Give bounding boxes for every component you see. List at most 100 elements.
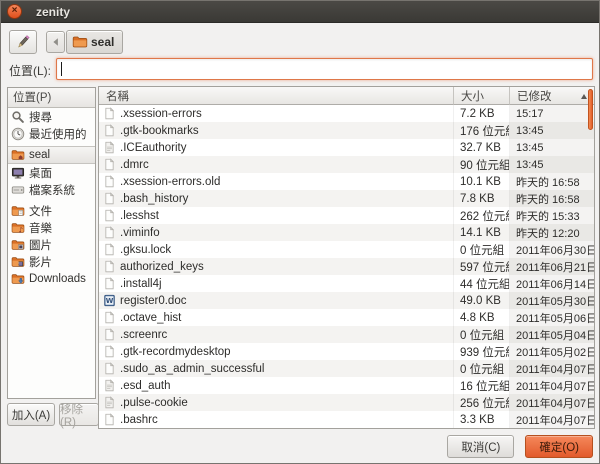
desktop-icon <box>11 166 25 180</box>
file-name: authorized_keys <box>120 260 204 273</box>
sidebar-item-label: 音樂 <box>29 222 52 235</box>
text-file-icon <box>103 192 116 205</box>
text-file-icon <box>103 328 116 341</box>
file-name: .octave_hist <box>120 311 182 324</box>
file-name-cell: .ICEauthority <box>99 139 454 156</box>
text-file-icon <box>103 107 116 120</box>
file-name-cell: .dmrc <box>99 156 454 173</box>
path-button-seal[interactable]: seal <box>66 30 124 54</box>
table-row[interactable]: .dmrc 90 位元組 13:45 <box>99 156 594 173</box>
sidebar-item-search[interactable]: 搜尋 <box>8 108 95 125</box>
file-size-cell: 7.8 KB <box>454 190 510 207</box>
word-doc-icon: W <box>103 294 116 307</box>
titlebar[interactable]: × zenity <box>1 1 599 23</box>
sidebar-item-label: 最近使用的 <box>29 128 87 141</box>
sidebar-item-documents[interactable]: 文件 <box>8 202 95 219</box>
back-button[interactable] <box>46 31 65 53</box>
folder-icon <box>72 34 88 50</box>
type-filename-button[interactable] <box>9 30 37 54</box>
file-size-cell: 0 位元組 <box>454 241 510 258</box>
sidebar-item-pictures[interactable]: 圖片 <box>8 236 95 253</box>
sidebar-item-videos[interactable]: 影片 <box>8 253 95 270</box>
column-header-modified[interactable]: 已修改 <box>510 87 594 105</box>
sidebar-item-filesystem[interactable]: 檔案系統 <box>8 181 95 198</box>
table-body: .xsession-errors 7.2 KB 15:17 .gtk-bookmark… <box>99 105 594 428</box>
file-name-cell: .lesshst <box>99 207 454 224</box>
file-name-cell: Wregister0.doc <box>99 292 454 309</box>
cancel-button[interactable]: 取消(C) <box>447 435 515 458</box>
add-bookmark-button[interactable]: 加入(A) <box>7 403 55 426</box>
table-row[interactable]: .screenrc 0 位元組 2011年05月04日 <box>99 326 594 343</box>
file-name: .gtk-bookmarks <box>120 124 199 137</box>
file-name: .screenrc <box>120 328 168 341</box>
file-size-cell: 256 位元組 <box>454 394 510 411</box>
text-file-icon <box>103 158 116 171</box>
file-modified-cell: 2011年05月30日 <box>510 292 594 309</box>
column-header-size[interactable]: 大小 <box>454 87 510 105</box>
sidebar-item-music[interactable]: ♪ 音樂 <box>8 219 95 236</box>
ok-button[interactable]: 確定(O) <box>525 435 593 458</box>
text-file-icon <box>103 209 116 222</box>
file-name-cell: .xsession-errors <box>99 105 454 122</box>
sidebar-item-desktop[interactable]: 桌面 <box>8 164 95 181</box>
table-row[interactable]: .sudo_as_admin_successful 0 位元組 2011年04月07… <box>99 360 594 377</box>
close-button[interactable]: × <box>7 4 22 19</box>
text-file-icon <box>103 175 116 188</box>
table-row[interactable]: .gtk-recordmydesktop 939 位元組2011年05月02日 <box>99 343 594 360</box>
sidebar-item-recent[interactable]: 最近使用的 <box>8 125 95 142</box>
home-folder-icon <box>11 148 25 162</box>
pencil-icon <box>15 34 31 50</box>
table-row[interactable]: authorized_keys 597 位元組2011年06月21日 <box>99 258 594 275</box>
file-modified-cell: 2011年05月04日 <box>510 326 594 343</box>
file-name-cell: .esd_auth <box>99 377 454 394</box>
location-input[interactable] <box>56 58 593 80</box>
table-row[interactable]: .pulse-cookie 256 位元組2011年04月07日 <box>99 394 594 411</box>
text-file-icon <box>103 362 116 375</box>
table-row[interactable]: .viminfo 14.1 KB 昨天的 12:20 <box>99 224 594 241</box>
file-size-cell: 262 位元組 <box>454 207 510 224</box>
table-row[interactable]: .gtk-bookmarks 176 位元組13:45 <box>99 122 594 139</box>
file-modified-cell: 昨天的 15:33 <box>510 207 594 224</box>
places-header: 位置(P) <box>8 88 95 108</box>
file-name-cell: .gtk-bookmarks <box>99 122 454 139</box>
file-name-cell: .pulse-cookie <box>99 394 454 411</box>
file-name: .install4j <box>120 277 162 290</box>
file-name: .dmrc <box>120 158 149 171</box>
file-modified-cell: 昨天的 16:58 <box>510 173 594 190</box>
sidebar-item-seal[interactable]: seal <box>8 146 95 164</box>
file-modified-cell: 2011年04月07日 <box>510 377 594 394</box>
downloads-folder-icon <box>11 272 25 286</box>
file-size-cell: 597 位元組 <box>454 258 510 275</box>
column-header-name[interactable]: 名稱 <box>99 87 454 105</box>
table-row[interactable]: .bashrc 3.3 KB 2011年04月07日 <box>99 411 594 428</box>
column-header-modified-label: 已修改 <box>517 90 552 103</box>
text-file-icon <box>103 124 116 137</box>
table-row[interactable]: Wregister0.doc 49.0 KB 2011年05月30日 <box>99 292 594 309</box>
text-file-icon <box>103 243 116 256</box>
videos-folder-icon <box>11 255 25 269</box>
table-row[interactable]: .xsession-errors.old 10.1 KB 昨天的 16:58 <box>99 173 594 190</box>
file-modified-cell: 13:45 <box>510 122 594 139</box>
vertical-scrollbar-thumb[interactable] <box>588 89 593 130</box>
file-modified-cell: 2011年06月14日 <box>510 275 594 292</box>
file-modified-cell: 13:45 <box>510 156 594 173</box>
file-size-cell: 16 位元組 <box>454 377 510 394</box>
table-row[interactable]: .ICEauthority 32.7 KB 13:45 <box>99 139 594 156</box>
sidebar-item-label: 影片 <box>29 256 52 269</box>
table-row[interactable]: .install4j 44 位元組 2011年06月14日 <box>99 275 594 292</box>
pictures-folder-icon <box>11 238 25 252</box>
sidebar-item-label: 檔案系統 <box>29 184 75 197</box>
binary-file-icon <box>103 396 116 409</box>
file-table: 名稱 大小 已修改 .xsession-errors 7.2 KB 15:17 .gt… <box>98 86 595 429</box>
binary-file-icon <box>103 141 116 154</box>
table-row[interactable]: .esd_auth 16 位元組 2011年04月07日 <box>99 377 594 394</box>
table-row[interactable]: .bash_history 7.8 KB 昨天的 16:58 <box>99 190 594 207</box>
table-row[interactable]: .gksu.lock 0 位元組 2011年06月30日 <box>99 241 594 258</box>
remove-bookmark-button[interactable]: 移除(R) <box>59 403 99 429</box>
svg-text:♪: ♪ <box>19 225 24 234</box>
file-name: register0.doc <box>120 294 187 307</box>
table-row[interactable]: .xsession-errors 7.2 KB 15:17 <box>99 105 594 122</box>
table-row[interactable]: .octave_hist 4.8 KB 2011年05月06日 <box>99 309 594 326</box>
table-row[interactable]: .lesshst 262 位元組昨天的 15:33 <box>99 207 594 224</box>
sidebar-item-downloads[interactable]: Downloads <box>8 270 95 287</box>
